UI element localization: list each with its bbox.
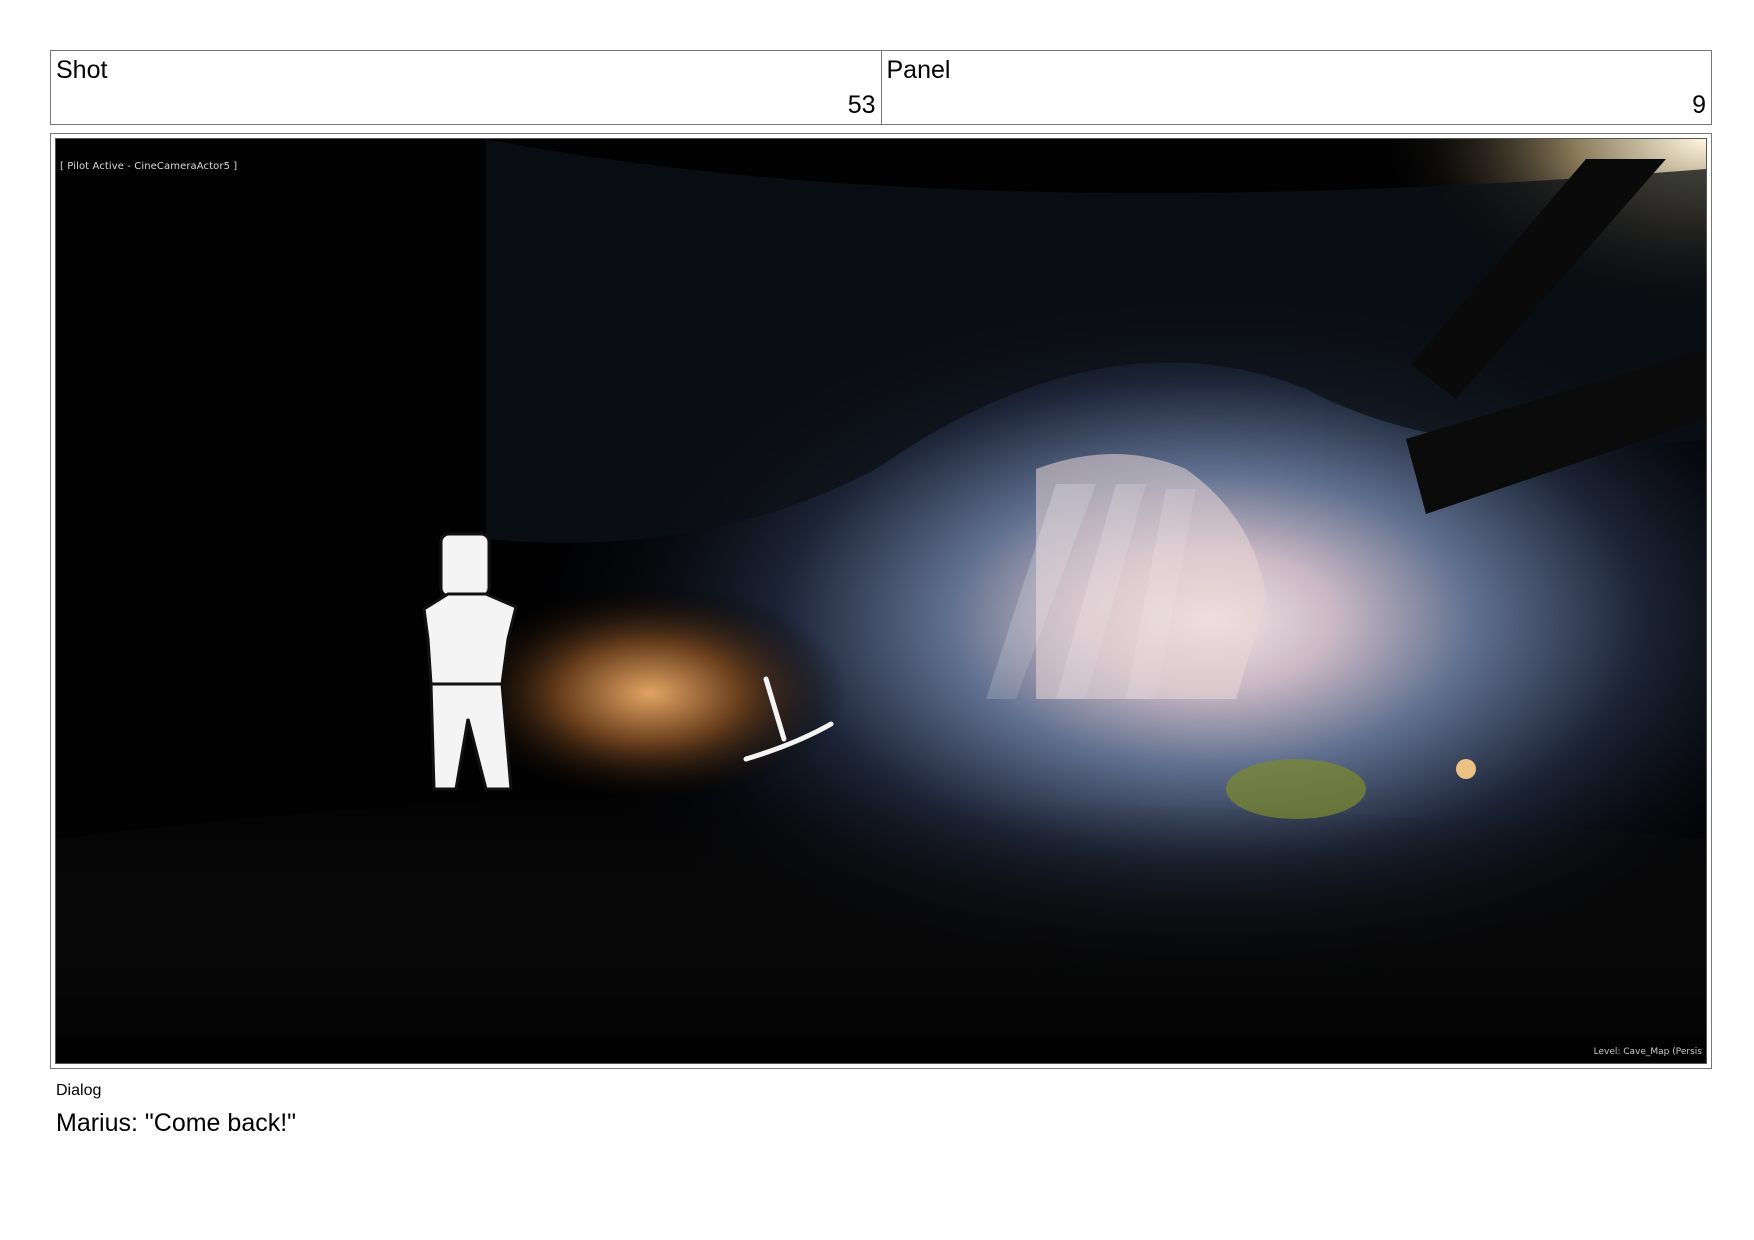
dialog-label: Dialog [56,1082,102,1099]
dialog-text: Marius: "Come back!" [56,1109,297,1137]
camera-hud-label: [ Pilot Active - CineCameraActor5 ] [60,161,238,172]
panel-cell: Panel 9 [880,51,1712,124]
panel-number: 9 [1692,91,1706,119]
shot-panel-header: Shot 53 Panel 9 [50,50,1712,125]
shot-number: 53 [847,91,876,119]
cave-scene-image: [ Pilot Active - CineCameraActor5 ] Leve… [55,138,1707,1064]
storyboard-frame: [ Pilot Active - CineCameraActor5 ] Leve… [50,133,1712,1069]
panel-label: Panel [886,56,951,84]
level-hud-label: Level: Cave_Map (Persis [1593,1047,1702,1057]
cave-scene-drawing [56,139,1706,1063]
shot-cell: Shot 53 [51,51,881,124]
shot-label: Shot [56,56,108,84]
